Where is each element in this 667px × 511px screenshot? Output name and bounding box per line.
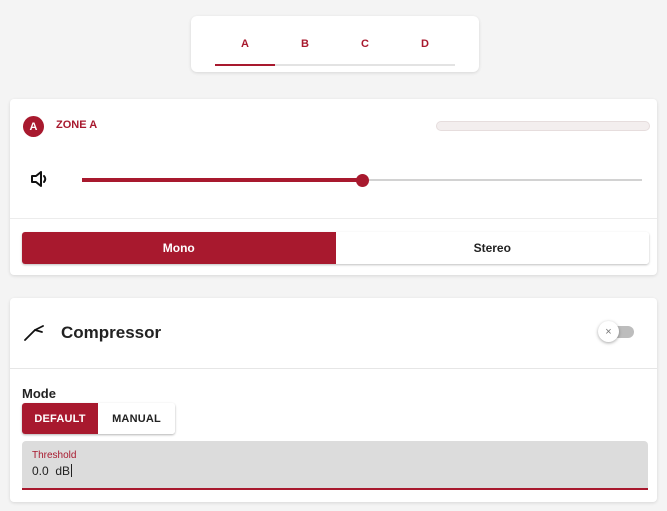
speaker-icon[interactable] xyxy=(31,171,49,187)
zone-level-meter xyxy=(436,121,650,131)
compressor-curve-icon xyxy=(24,325,44,341)
tab-d[interactable]: D xyxy=(395,38,455,50)
threshold-value[interactable]: 0.0 dB xyxy=(32,464,70,478)
volume-slider[interactable] xyxy=(82,171,642,189)
zone-name: ZONE A xyxy=(56,119,98,131)
threshold-field[interactable]: Threshold 0.0 dB xyxy=(22,441,648,490)
compressor-card: Compressor × Mode DEFAULT MANUAL Thresho… xyxy=(10,298,657,502)
manual-mode-button[interactable]: MANUAL xyxy=(98,403,175,434)
close-icon: × xyxy=(598,321,619,342)
threshold-label: Threshold xyxy=(32,450,77,461)
tab-a[interactable]: A xyxy=(215,38,275,50)
volume-thumb[interactable] xyxy=(356,174,369,187)
compressor-title: Compressor xyxy=(61,323,162,342)
threshold-input-line[interactable]: 0.0 dB xyxy=(32,464,73,478)
zone-card: A ZONE A Mono Stereo xyxy=(10,99,657,275)
stereo-button[interactable]: Stereo xyxy=(335,232,649,264)
compressor-enable-switch[interactable]: × xyxy=(598,321,636,343)
volume-fill xyxy=(82,178,362,182)
divider xyxy=(10,218,657,219)
output-mode-toggle: Mono Stereo xyxy=(22,232,649,264)
tab-b[interactable]: B xyxy=(275,38,335,50)
mode-label: Mode xyxy=(22,386,56,401)
tab-c[interactable]: C xyxy=(335,38,395,50)
divider xyxy=(10,368,657,369)
text-caret xyxy=(71,464,73,477)
zone-tabs: A B C D xyxy=(215,16,455,72)
mono-button[interactable]: Mono xyxy=(22,232,336,264)
default-mode-button[interactable]: DEFAULT xyxy=(22,403,98,434)
compressor-mode-toggle: DEFAULT MANUAL xyxy=(22,403,175,434)
zone-avatar: A xyxy=(23,116,44,137)
zone-tabs-card: A B C D xyxy=(191,16,479,72)
